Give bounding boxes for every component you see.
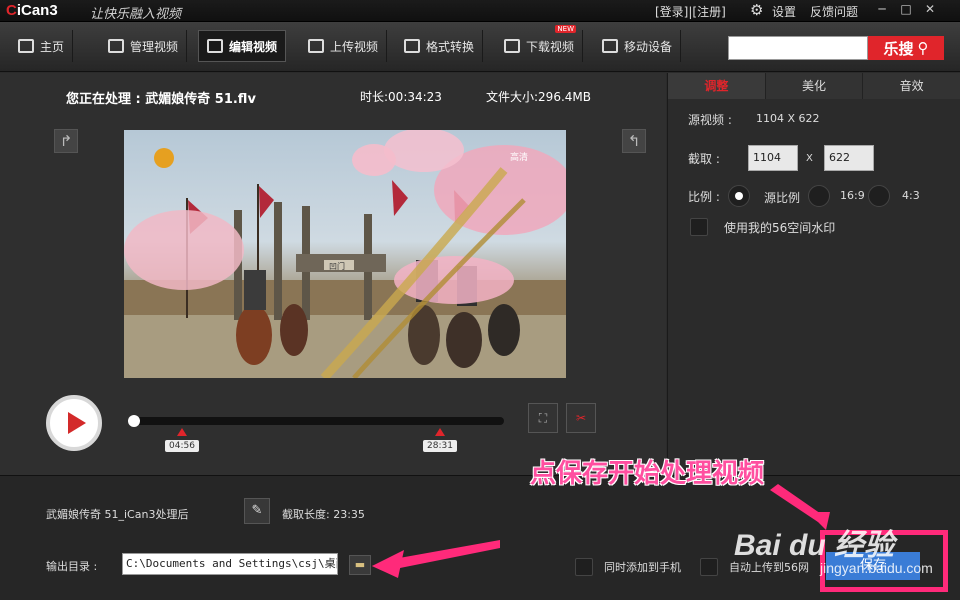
nav-manage-video[interactable]: 管理视频 [100, 30, 188, 62]
source-video-label: 源视频 : [688, 113, 732, 127]
ratio-source-label: 源比例 [764, 191, 801, 205]
crop-width-field[interactable]: 1104 [748, 145, 798, 171]
start-marker-time: 04:56 [165, 440, 199, 452]
video-file-size: 文件大小:296.4MB [486, 90, 591, 104]
playhead-knob[interactable] [128, 415, 140, 427]
end-marker-time: 28:31 [423, 440, 457, 452]
rotate-right-icon[interactable]: ↱ [54, 129, 78, 153]
video-frame-image: 凹门 高清 [124, 130, 566, 378]
add-to-phone-checkbox[interactable] [575, 558, 593, 576]
add-to-phone-label: 同时添加到手机 [604, 561, 681, 574]
convert-icon [404, 39, 420, 53]
close-button[interactable]: ✕ [921, 2, 939, 18]
source-video-resolution: 1104 X 622 [756, 112, 820, 125]
trim-timeline[interactable] [128, 417, 504, 425]
maximize-button[interactable]: □ [897, 2, 915, 18]
ratio-4-3-label: 4:3 [902, 189, 920, 202]
edit-video-icon [207, 39, 223, 53]
nav-label: 格式转换 [426, 39, 475, 54]
end-marker-arrow [435, 428, 445, 436]
search-button[interactable]: 乐搜 ⚲ [868, 36, 944, 60]
nav-edit-video[interactable]: 编辑视频 [198, 30, 287, 62]
crop-separator: X [806, 153, 813, 164]
search-button-label: 乐搜 [883, 39, 914, 58]
watermark-checkbox[interactable] [690, 218, 708, 236]
feedback-link[interactable]: 反馈问题 [810, 3, 858, 20]
nav-upload-video[interactable]: 上传视频 [300, 30, 388, 62]
tab-adjust[interactable]: 调整 [668, 73, 766, 99]
annotation-text: 点保存开始处理视频 [530, 459, 765, 489]
ratio-16-9-radio[interactable] [808, 185, 830, 207]
search-input[interactable] [728, 36, 868, 60]
pencil-icon[interactable]: ✎ [244, 498, 270, 524]
download-icon [504, 39, 520, 53]
nav-label: 编辑视频 [229, 39, 278, 54]
nav-label: 上传视频 [330, 39, 379, 54]
ratio-4-3-radio[interactable] [868, 185, 890, 207]
processing-file-label[interactable]: 您正在处理 : 武媚娘传奇 51.flv [66, 88, 256, 107]
watermark-label: 使用我的56空间水印 [724, 221, 836, 235]
video-duration: 时长:00:34:23 [360, 90, 442, 104]
crop-height-field[interactable]: 622 [824, 145, 874, 171]
login-register-link[interactable]: [登录]|[注册] [655, 3, 726, 20]
play-button[interactable] [46, 395, 102, 451]
settings-link[interactable]: 设置 [772, 3, 796, 20]
trim-start-marker[interactable]: 04:56 [165, 428, 199, 452]
crop-label: 截取 : [688, 152, 720, 166]
new-badge: NEW [555, 25, 577, 33]
home-icon [18, 39, 34, 53]
adjust-panel: 调整 美化 音效 源视频 : 1104 X 622 截取 : 1104 X 62… [667, 73, 960, 475]
app-slogan: 让快乐融入视频 [90, 7, 182, 22]
mobile-device-icon [602, 39, 618, 53]
gear-icon[interactable]: ⚙ [750, 1, 763, 19]
output-dir-field[interactable]: C:\Documents and Settings\csj\桌面 [122, 553, 338, 575]
baidu-watermark: Bai du 经验 [734, 529, 895, 562]
nav-label: 管理视频 [130, 39, 179, 54]
rotate-left-icon[interactable]: ↰ [622, 129, 646, 153]
ratio-16-9-label: 16:9 [840, 189, 865, 202]
video-preview: 凹门 高清 [124, 130, 566, 378]
scissors-icon[interactable]: ✂ [566, 403, 596, 433]
output-dir-label: 输出目录 : [46, 560, 98, 573]
upload-icon [308, 39, 324, 53]
folder-icon[interactable]: ▬ [349, 555, 371, 575]
tab-beautify[interactable]: 美化 [765, 73, 864, 99]
nav-label: 移动设备 [624, 39, 673, 54]
nav-format-convert[interactable]: 格式转换 [396, 30, 484, 62]
baidu-watermark-url: jingyan.baidu.com [820, 560, 933, 576]
nav-mobile-device[interactable]: 移动设备 [594, 30, 682, 62]
nav-home[interactable]: 主页 [10, 30, 74, 62]
cut-length: 截取长度: 23:35 [282, 508, 365, 521]
nav-download-video[interactable]: 下载视频 NEW [496, 25, 584, 62]
start-marker-arrow [177, 428, 187, 436]
nav-label: 主页 [40, 39, 65, 54]
fullscreen-icon[interactable]: ⛶ [528, 403, 558, 433]
manage-video-icon [108, 39, 124, 53]
auto-upload-checkbox[interactable] [700, 558, 718, 576]
output-file-name: 武媚娘传奇 51_iCan3处理后 [46, 508, 189, 521]
title-bar: CiCan3 让快乐融入视频 [登录]|[注册] ⚙ 设置 反馈问题 ─ □ ✕ [0, 0, 960, 22]
ratio-source-radio[interactable] [728, 185, 750, 207]
channel-logo-text: 高清 [510, 151, 528, 163]
ratio-label: 比例 : [688, 190, 720, 204]
nav-label: 下载视频 [526, 39, 575, 54]
search-icon: ⚲ [917, 39, 929, 57]
panel-tabs: 调整 美化 音效 [668, 73, 960, 99]
video-editor: 您正在处理 : 武媚娘传奇 51.flv 时长:00:34:23 文件大小:29… [0, 73, 666, 475]
app-logo: CiCan3 [6, 2, 58, 19]
minimize-button[interactable]: ─ [873, 2, 891, 18]
trim-end-marker[interactable]: 28:31 [423, 428, 457, 452]
gate-sign: 凹门 [329, 261, 345, 271]
tab-audio-effects[interactable]: 音效 [863, 73, 960, 99]
